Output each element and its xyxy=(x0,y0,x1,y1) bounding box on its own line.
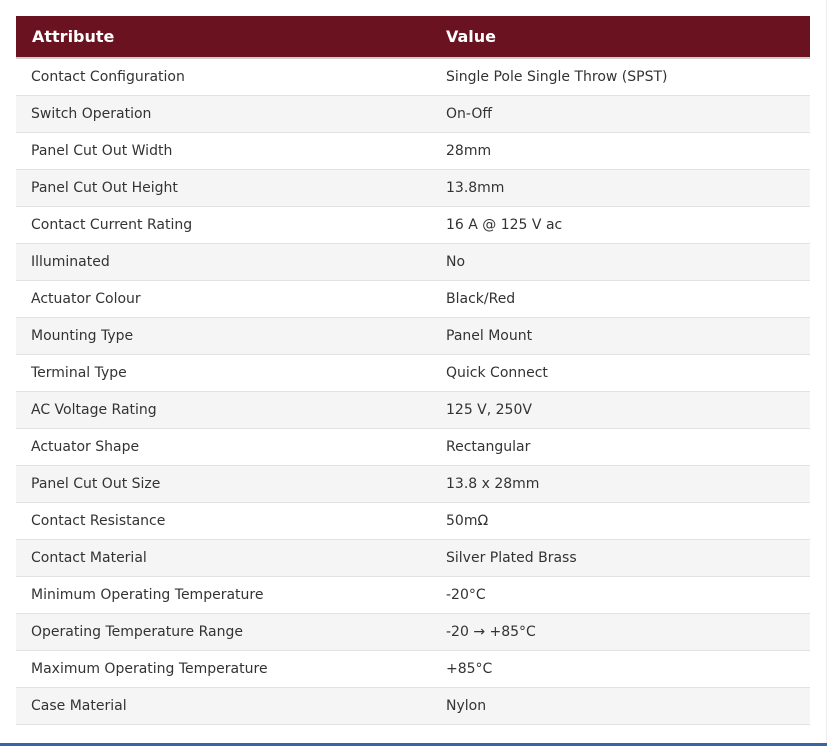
table-row: Minimum Operating Temperature -20°C xyxy=(16,576,810,614)
attribute-cell: Contact Resistance xyxy=(16,502,430,540)
value-cell: Nylon xyxy=(430,687,810,725)
value-cell: Black/Red xyxy=(430,280,810,318)
attribute-cell: Case Material xyxy=(16,687,430,725)
value-cell: Panel Mount xyxy=(430,317,810,355)
table-row: Contact Material Silver Plated Brass xyxy=(16,539,810,577)
table-row: Case Material Nylon xyxy=(16,687,810,725)
table-body: Contact Configuration Single Pole Single … xyxy=(16,58,810,725)
value-cell: On-Off xyxy=(430,95,810,133)
value-cell: Rectangular xyxy=(430,428,810,466)
attribute-cell: Panel Cut Out Height xyxy=(16,169,430,207)
table-header-row: Attribute Value xyxy=(16,16,810,59)
value-cell: -20°C xyxy=(430,576,810,614)
value-cell: -20 → +85°C xyxy=(430,613,810,651)
table-row: Operating Temperature Range -20 → +85°C xyxy=(16,613,810,651)
table-row: Contact Configuration Single Pole Single … xyxy=(16,58,810,96)
table-row: Mounting Type Panel Mount xyxy=(16,317,810,355)
value-cell: 13.8 x 28mm xyxy=(430,465,810,503)
value-cell: Silver Plated Brass xyxy=(430,539,810,577)
attribute-cell: Maximum Operating Temperature xyxy=(16,650,430,688)
table-row: AC Voltage Rating 125 V, 250V xyxy=(16,391,810,429)
attribute-cell: Terminal Type xyxy=(16,354,430,392)
attribute-cell: Minimum Operating Temperature xyxy=(16,576,430,614)
value-cell: +85°C xyxy=(430,650,810,688)
attribute-cell: Contact Configuration xyxy=(16,58,430,96)
attribute-cell: Actuator Shape xyxy=(16,428,430,466)
spec-page: Attribute Value Contact Configuration Sin… xyxy=(0,0,827,746)
value-cell: 16 A @ 125 V ac xyxy=(430,206,810,244)
table-row: Panel Cut Out Size 13.8 x 28mm xyxy=(16,465,810,503)
attribute-cell: Panel Cut Out Size xyxy=(16,465,430,503)
attribute-cell: Contact Current Rating xyxy=(16,206,430,244)
value-column-header: Value xyxy=(430,16,810,59)
value-cell: No xyxy=(430,243,810,281)
table-row: Actuator Shape Rectangular xyxy=(16,428,810,466)
attribute-cell: Mounting Type xyxy=(16,317,430,355)
attribute-cell: Operating Temperature Range xyxy=(16,613,430,651)
attribute-cell: Actuator Colour xyxy=(16,280,430,318)
value-cell: 13.8mm xyxy=(430,169,810,207)
attribute-cell: Panel Cut Out Width xyxy=(16,132,430,170)
table-row: Terminal Type Quick Connect xyxy=(16,354,810,392)
table-row: Panel Cut Out Height 13.8mm xyxy=(16,169,810,207)
table-row: Maximum Operating Temperature +85°C xyxy=(16,650,810,688)
table-row: Actuator Colour Black/Red xyxy=(16,280,810,318)
value-cell: 125 V, 250V xyxy=(430,391,810,429)
table-row: Contact Current Rating 16 A @ 125 V ac xyxy=(16,206,810,244)
value-cell: 50mΩ xyxy=(430,502,810,540)
attribute-cell: Illuminated xyxy=(16,243,430,281)
table-row: Contact Resistance 50mΩ xyxy=(16,502,810,540)
attribute-cell: Switch Operation xyxy=(16,95,430,133)
table-row: Illuminated No xyxy=(16,243,810,281)
attribute-cell: AC Voltage Rating xyxy=(16,391,430,429)
table-row: Switch Operation On-Off xyxy=(16,95,810,133)
value-cell: 28mm xyxy=(430,132,810,170)
value-cell: Single Pole Single Throw (SPST) xyxy=(430,58,810,96)
attribute-cell: Contact Material xyxy=(16,539,430,577)
value-cell: Quick Connect xyxy=(430,354,810,392)
attribute-column-header: Attribute xyxy=(16,16,430,59)
specifications-table: Attribute Value Contact Configuration Sin… xyxy=(16,16,810,725)
table-row: Panel Cut Out Width 28mm xyxy=(16,132,810,170)
